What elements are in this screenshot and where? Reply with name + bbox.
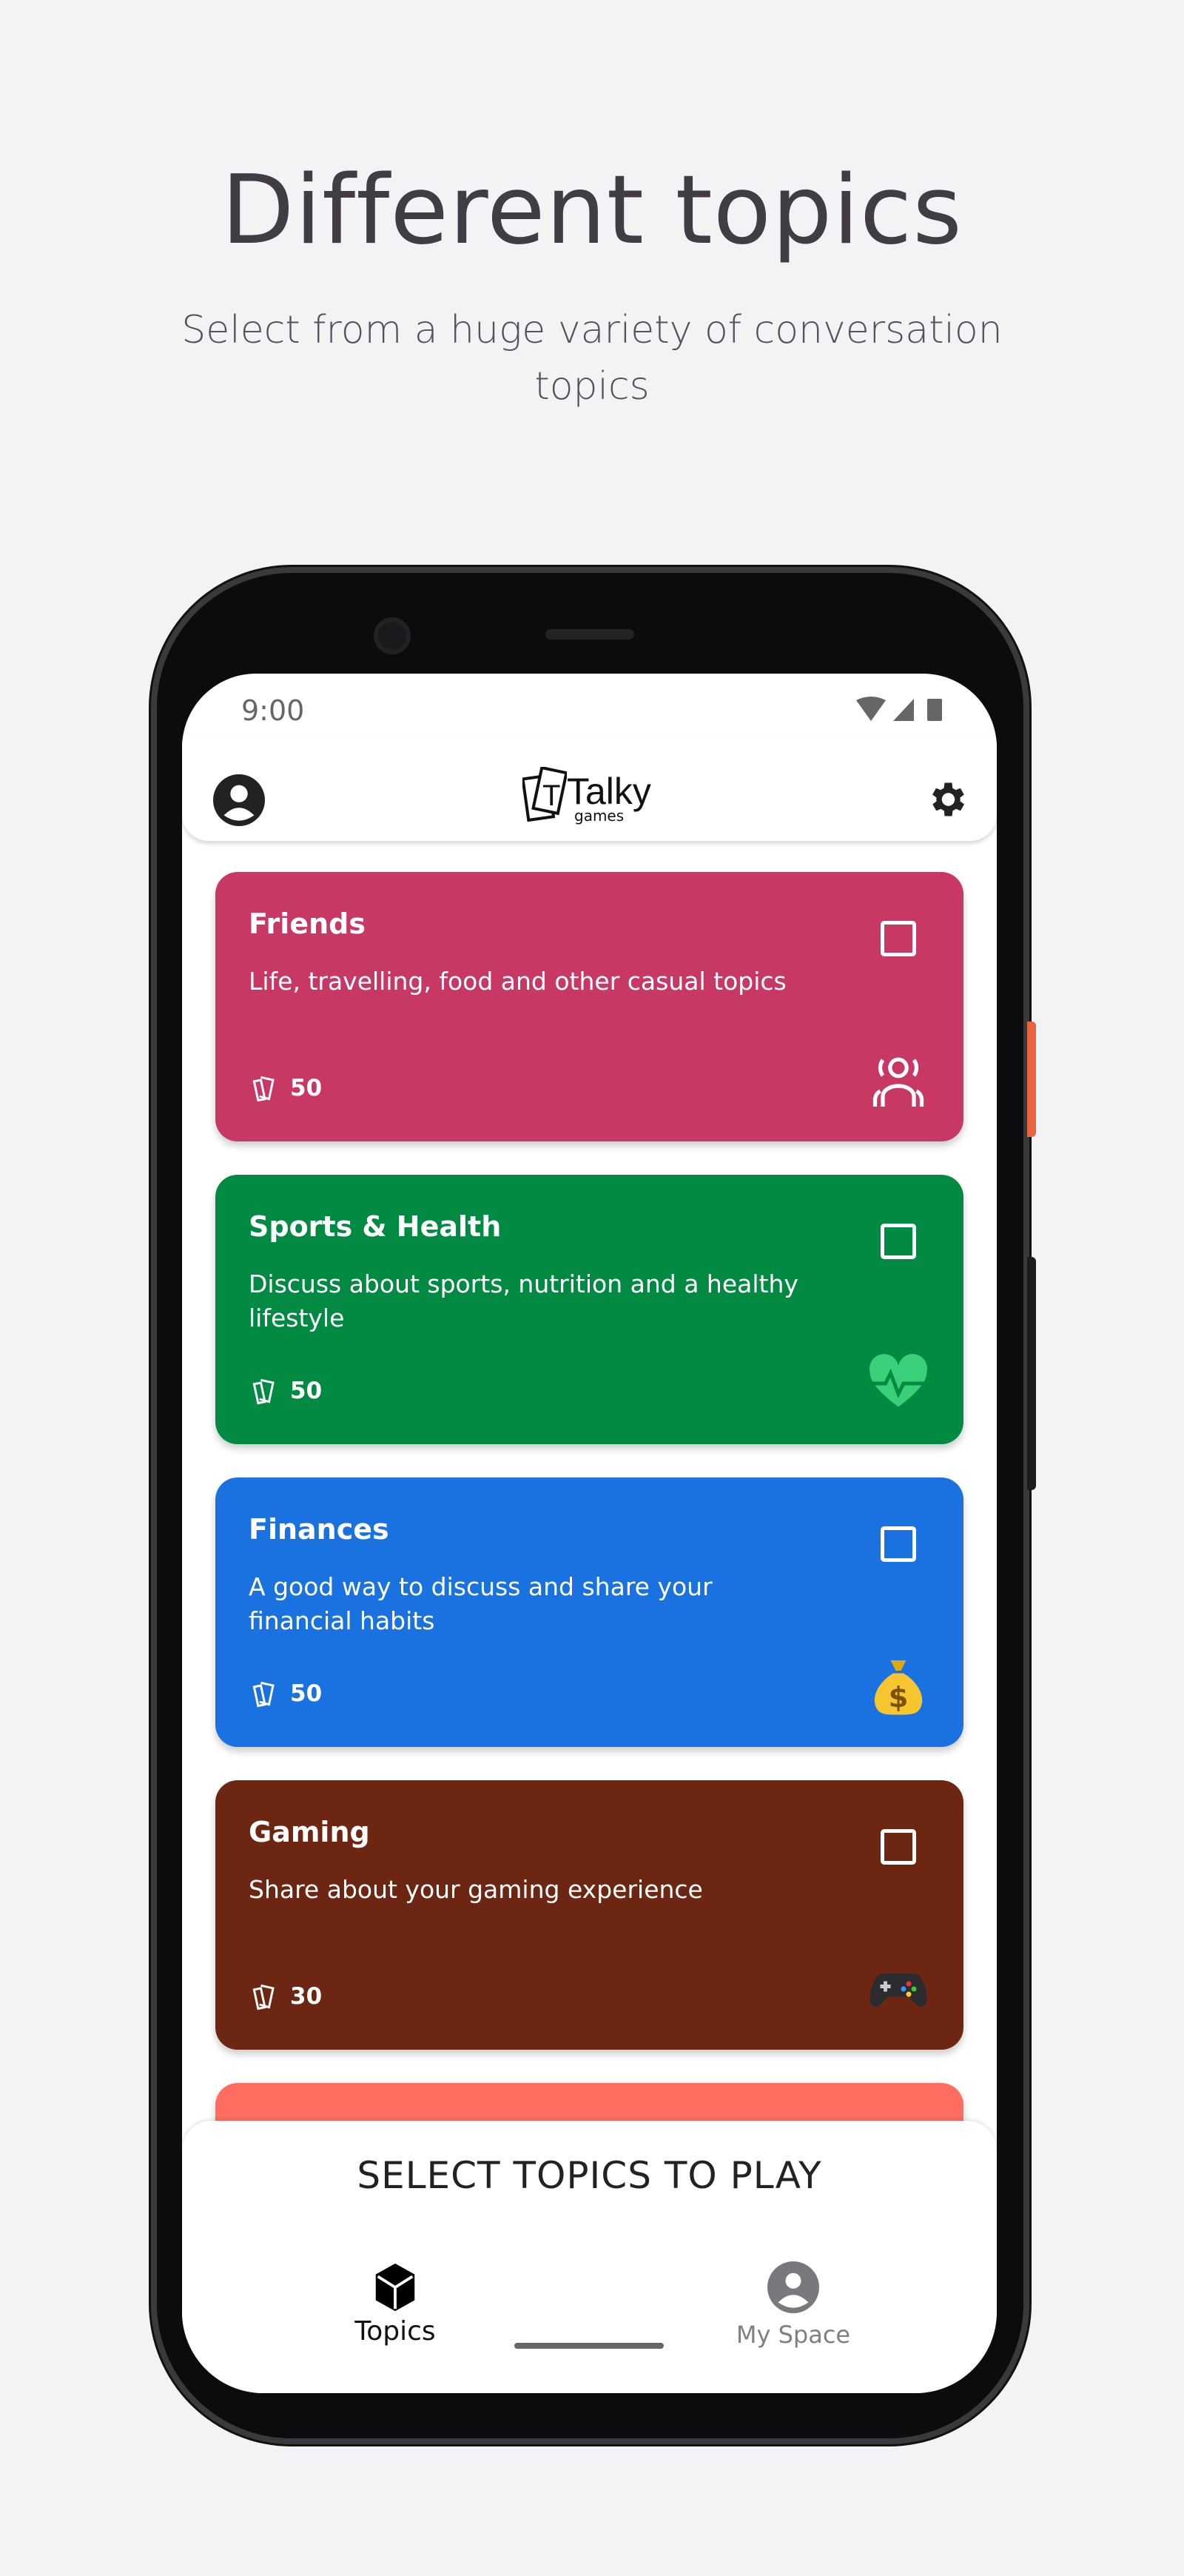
bottom-sheet: SELECT TOPICS TO PLAY Topics My Space [182, 2121, 997, 2393]
topic-title: Sports & Health [249, 1210, 502, 1243]
status-bar: 9:00 [241, 688, 945, 733]
account-icon[interactable] [213, 774, 265, 826]
topic-title: Finances [249, 1513, 389, 1546]
nav-label: Topics [354, 2316, 436, 2347]
talky-logo: T Talky games [522, 767, 663, 826]
home-indicator[interactable] [514, 2343, 664, 2349]
battery-icon [927, 699, 942, 721]
volume-button [1027, 1257, 1036, 1490]
card-count: 50 [249, 1072, 322, 1104]
topic-checkbox[interactable] [881, 921, 916, 956]
topic-description: Share about your gaming experience [249, 1875, 703, 1904]
card-count-value: 50 [290, 1378, 323, 1404]
card-count: 50 [249, 1375, 322, 1407]
gamepad-icon [870, 1973, 927, 2007]
topic-title: Gaming [249, 1816, 370, 1848]
topic-description: Discuss about sports, nutrition and a he… [249, 1269, 798, 1332]
card-count-value: 50 [290, 1075, 323, 1101]
gear-icon[interactable] [924, 777, 969, 822]
card-count: 50 [249, 1677, 322, 1710]
svg-text:$: $ [889, 1681, 909, 1714]
camera [374, 617, 411, 654]
card-count: 30 [249, 1980, 322, 2013]
signal-icon [893, 699, 914, 721]
select-topics-button[interactable]: SELECT TOPICS TO PLAY [182, 2154, 997, 2197]
topic-title: Friends [249, 908, 366, 940]
topic-checkbox[interactable] [881, 1224, 916, 1259]
topic-card-sports-health[interactable]: Sports & Health Discuss about sports, nu… [215, 1175, 963, 1444]
app-header: T Talky games [182, 740, 997, 841]
card-count-value: 30 [290, 1983, 323, 2010]
wifi-icon [856, 697, 886, 721]
topic-checkbox[interactable] [881, 1829, 916, 1865]
cards-icon [252, 1378, 275, 1405]
nav-tab-topics[interactable]: Topics [284, 2261, 506, 2347]
status-icons [856, 697, 942, 721]
svg-text:T: T [542, 779, 560, 812]
topic-card-gaming[interactable]: Gaming Share about your gaming experienc… [215, 1780, 963, 2050]
cards-icon [252, 1984, 275, 2010]
heart-pulse-icon [870, 1354, 927, 1407]
account-icon [767, 2261, 819, 2313]
speaker [545, 629, 634, 640]
friends-icon [872, 1057, 924, 1107]
nav-label: My Space [736, 2321, 851, 2349]
cube-icon [375, 2263, 415, 2312]
cards-icon [252, 1076, 275, 1102]
topic-checkbox[interactable] [881, 1526, 916, 1562]
topic-card-finances[interactable]: Finances A good way to discuss and share… [215, 1477, 963, 1747]
hero-title: Different topics [221, 155, 963, 266]
cards-icon [252, 1681, 275, 1708]
app-screen: 9:00 T Talky games Friends Life, travell… [182, 674, 997, 2393]
hero-subtitle: Select from a huge variety of conversati… [181, 308, 1003, 409]
nav-tab-my-space[interactable]: My Space [682, 2261, 904, 2349]
money-bag-icon: $ [874, 1660, 923, 1715]
topic-description: A good way to discuss and share your fin… [249, 1572, 713, 1635]
topic-card-friends[interactable]: Friends Life, travelling, food and other… [215, 872, 963, 1141]
logo-subtext: games [574, 807, 625, 825]
status-time: 9:00 [241, 694, 305, 727]
topic-description: Life, travelling, food and other casual … [249, 967, 787, 996]
power-button [1027, 1022, 1036, 1137]
card-count-value: 50 [290, 1680, 323, 1707]
